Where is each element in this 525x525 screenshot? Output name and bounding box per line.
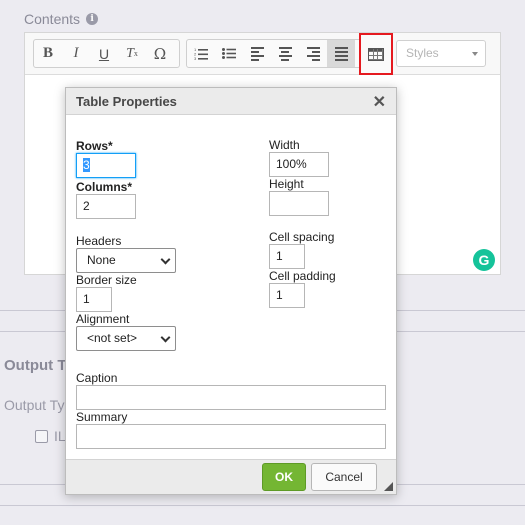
dialog-title: Table Properties — [76, 94, 177, 109]
chevron-down-icon — [472, 52, 478, 56]
toolbar-group-basic: B I U Tx Ω — [33, 39, 180, 68]
checkbox-label: IL — [54, 428, 66, 444]
alignment-select-value: <not set> — [87, 331, 138, 345]
caption-input[interactable] — [76, 385, 386, 410]
cancel-button[interactable]: Cancel — [311, 463, 377, 491]
table-properties-dialog: Table Properties ✕ Rows* 3 Columns* 2 He… — [65, 87, 397, 495]
border-size-input[interactable]: 1 — [76, 287, 112, 312]
height-input[interactable] — [269, 191, 329, 216]
headers-label: Headers — [76, 234, 122, 248]
caption-label: Caption — [76, 371, 118, 385]
dialog-footer: OK Cancel — [66, 459, 396, 494]
checkbox-box[interactable] — [35, 429, 48, 443]
underline-icon[interactable]: U — [90, 40, 118, 67]
close-icon[interactable]: ✕ — [373, 92, 386, 112]
svg-text:3: 3 — [194, 56, 197, 60]
toolbar-group-paragraph: 123 — [186, 39, 382, 68]
chevron-down-icon — [160, 254, 171, 265]
align-right-icon[interactable] — [299, 40, 327, 67]
align-center-icon[interactable] — [271, 40, 299, 67]
rows-label: Rows* — [76, 139, 113, 153]
columns-input[interactable]: 2 — [76, 194, 136, 219]
styles-dropdown[interactable]: Styles — [396, 40, 486, 67]
output-section-title: Output T — [4, 357, 67, 374]
cell-spacing-input[interactable]: 1 — [269, 244, 305, 269]
divider — [0, 505, 525, 506]
output-checkbox[interactable]: IL — [35, 428, 66, 444]
width-input[interactable]: 100% — [269, 152, 329, 177]
height-label: Height — [269, 177, 304, 191]
cell-spacing-label: Cell spacing — [269, 230, 335, 244]
contents-label-text: Contents — [24, 11, 81, 27]
summary-label: Summary — [76, 410, 128, 424]
insert-table-button[interactable] — [359, 33, 393, 75]
rows-value: 3 — [83, 158, 90, 172]
bold-icon[interactable]: B — [34, 40, 62, 67]
info-icon[interactable]: i — [86, 13, 99, 25]
output-type-label: Output Ty — [4, 397, 65, 413]
rows-input[interactable]: 3 — [76, 153, 136, 178]
width-label: Width — [269, 138, 300, 152]
styles-dropdown-label: Styles — [406, 46, 439, 60]
summary-input[interactable] — [76, 424, 386, 449]
table-icon — [368, 47, 384, 61]
headers-select-value: None — [87, 253, 116, 267]
alignment-label: Alignment — [76, 312, 130, 326]
columns-label: Columns* — [76, 180, 133, 194]
cell-padding-label: Cell padding — [269, 269, 336, 283]
numbered-list-icon[interactable]: 123 — [187, 40, 215, 67]
italic-icon[interactable]: I — [62, 40, 90, 67]
ok-button[interactable]: OK — [262, 463, 306, 491]
bulleted-list-icon[interactable] — [215, 40, 243, 67]
cell-padding-input[interactable]: 1 — [269, 283, 305, 308]
special-char-icon[interactable]: Ω — [146, 40, 174, 67]
remove-format-icon[interactable]: Tx — [118, 40, 146, 67]
chevron-down-icon — [160, 332, 171, 343]
resize-grip-icon[interactable] — [384, 482, 393, 491]
justify-icon[interactable] — [327, 40, 355, 67]
grammarly-icon[interactable]: G — [473, 249, 495, 271]
dialog-header[interactable]: Table Properties ✕ — [66, 88, 396, 115]
contents-label: Contents i — [24, 11, 99, 27]
border-size-label: Border size — [76, 273, 137, 287]
headers-select[interactable]: None — [76, 248, 176, 273]
align-left-icon[interactable] — [243, 40, 271, 67]
alignment-select[interactable]: <not set> — [76, 326, 176, 351]
